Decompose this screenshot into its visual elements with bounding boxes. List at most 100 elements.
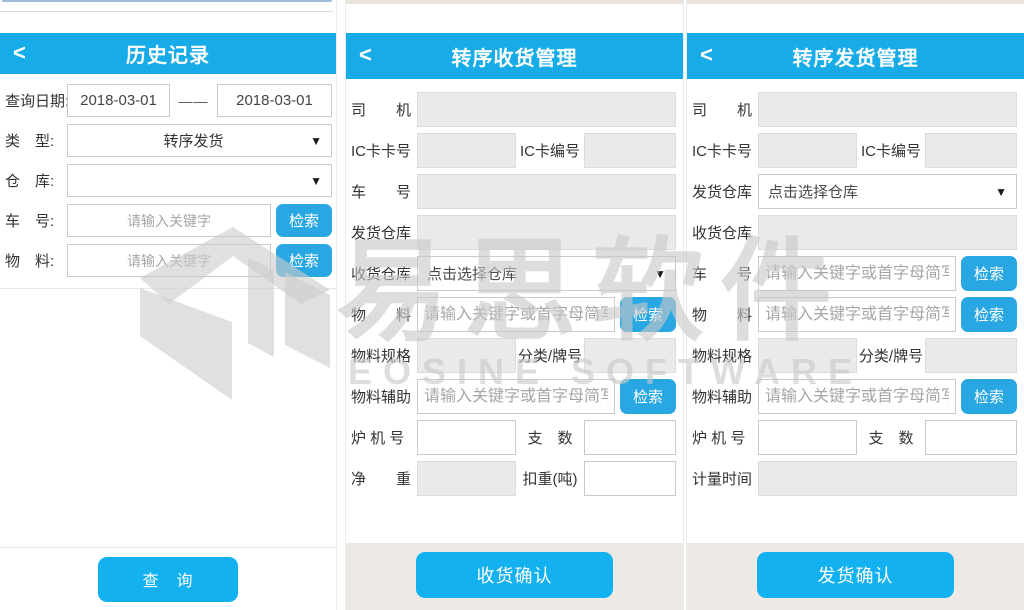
vehicle-search-button[interactable]: 检索	[961, 256, 1017, 291]
app-stage: < 历史记录 查询日期: 2018-03-01 —— 2018-03-01 类 …	[0, 0, 1024, 610]
spec-field	[758, 338, 857, 373]
row-furnace: 炉 机 号 支 数	[692, 420, 1017, 455]
material-search-button[interactable]: 检索	[961, 297, 1017, 332]
aux-input[interactable]	[417, 379, 615, 414]
material-search-button[interactable]: 检索	[276, 244, 332, 277]
recv-warehouse-field	[758, 215, 1017, 250]
aux-input[interactable]	[758, 379, 956, 414]
chevron-down-icon: ▼	[995, 185, 1007, 199]
vehicle-label: 车 号	[351, 181, 417, 202]
row-spec: 物料规格 分类/牌号	[692, 338, 1017, 373]
vehicle-label: 车 号:	[5, 210, 67, 231]
aux-label: 物料辅助	[351, 386, 417, 407]
ship-confirm-button[interactable]: 发货确认	[757, 552, 954, 598]
ship-warehouse-field	[417, 215, 676, 250]
spec-field	[417, 338, 516, 373]
grade-field	[925, 338, 1017, 373]
ship-warehouse-label: 发货仓库	[692, 181, 758, 202]
ic-card-label: IC卡卡号	[351, 140, 417, 161]
form-divider	[0, 288, 336, 289]
material-input[interactable]	[417, 297, 615, 332]
net-weight-label: 净 重	[351, 468, 417, 489]
receiving-footer: 收货确认	[346, 543, 683, 610]
back-icon[interactable]: <	[700, 44, 713, 66]
row-vehicle: 车 号 检索	[692, 256, 1017, 291]
row-query-date: 查询日期: 2018-03-01 —— 2018-03-01	[5, 84, 332, 117]
query-button[interactable]: 查 询	[98, 557, 238, 602]
ship-warehouse-value: 点击选择仓库	[768, 181, 858, 202]
back-icon[interactable]: <	[13, 42, 26, 64]
recv-warehouse-select[interactable]: 点击选择仓库 ▼	[417, 256, 676, 291]
row-aux: 物料辅助 检索	[692, 379, 1017, 414]
recv-warehouse-label: 收货仓库	[692, 222, 758, 243]
grade-label: 分类/牌号	[857, 345, 925, 366]
warehouse-label: 仓 库:	[5, 170, 67, 191]
type-select[interactable]: 转序发货 ▼	[67, 124, 332, 157]
row-ic-card: IC卡卡号 IC卡编号	[692, 133, 1017, 168]
date-from-field[interactable]: 2018-03-01	[67, 84, 170, 117]
receiving-title: 转序收货管理	[452, 42, 578, 71]
furnace-input[interactable]	[417, 420, 516, 455]
date-to-field[interactable]: 2018-03-01	[217, 84, 332, 117]
vehicle-field	[417, 174, 676, 209]
material-input[interactable]	[67, 244, 271, 277]
type-label: 类 型:	[5, 130, 67, 151]
history-title: 历史记录	[126, 39, 210, 68]
chevron-down-icon: ▼	[310, 134, 322, 148]
row-net-weight: 净 重 扣重(吨)	[351, 461, 676, 496]
ic-no-label: IC卡编号	[516, 140, 584, 161]
count-label: 支 数	[857, 427, 925, 448]
row-aux: 物料辅助 检索	[351, 379, 676, 414]
row-material: 物 料 检索	[692, 297, 1017, 332]
furnace-input[interactable]	[758, 420, 857, 455]
driver-label: 司 机	[351, 99, 417, 120]
back-icon[interactable]: <	[359, 44, 372, 66]
aux-search-button[interactable]: 检索	[620, 379, 676, 414]
vehicle-label: 车 号	[692, 263, 758, 284]
count-input[interactable]	[925, 420, 1017, 455]
material-label: 物 料	[351, 304, 417, 325]
warehouse-select[interactable]: ▼	[67, 164, 332, 197]
top-edge-line	[2, 0, 332, 2]
receiving-form: 司 机 IC卡卡号 IC卡编号 车 号 发货仓库 收货仓库 点击选择仓库	[346, 79, 683, 496]
panel-shipping: < 转序发货管理 司 机 IC卡卡号 IC卡编号 发货仓库 点击选择仓库 ▼	[686, 0, 1024, 610]
history-titlebar: < 历史记录	[0, 33, 336, 74]
deduct-input[interactable]	[584, 461, 676, 496]
ship-warehouse-label: 发货仓库	[351, 222, 417, 243]
row-vehicle: 车 号	[351, 174, 676, 209]
shipping-footer: 发货确认	[687, 543, 1024, 610]
vehicle-input[interactable]	[67, 204, 271, 237]
spec-label: 物料规格	[692, 345, 758, 366]
material-input[interactable]	[758, 297, 956, 332]
row-ship-warehouse: 发货仓库 点击选择仓库 ▼	[692, 174, 1017, 209]
row-driver: 司 机	[351, 92, 676, 127]
material-label: 物 料	[692, 304, 758, 325]
row-material: 物 料: 检索	[5, 244, 332, 277]
row-vehicle: 车 号: 检索	[5, 204, 332, 237]
row-driver: 司 机	[692, 92, 1017, 127]
ship-warehouse-select[interactable]: 点击选择仓库 ▼	[758, 174, 1017, 209]
material-search-button[interactable]: 检索	[620, 297, 676, 332]
vehicle-search-button[interactable]: 检索	[276, 204, 332, 237]
spec-label: 物料规格	[351, 345, 417, 366]
ic-no-label: IC卡编号	[857, 140, 925, 161]
vehicle-input[interactable]	[758, 256, 956, 291]
receive-confirm-button[interactable]: 收货确认	[416, 552, 613, 598]
row-recv-warehouse: 收货仓库 点击选择仓库 ▼	[351, 256, 676, 291]
row-measure-time: 计量时间	[692, 461, 1017, 496]
row-type: 类 型: 转序发货 ▼	[5, 124, 332, 157]
aux-search-button[interactable]: 检索	[961, 379, 1017, 414]
shipping-titlebar: < 转序发货管理	[687, 33, 1024, 79]
query-date-label: 查询日期:	[5, 90, 67, 111]
ic-no-field	[584, 133, 676, 168]
deduct-label: 扣重(吨)	[516, 468, 584, 489]
row-furnace: 炉 机 号 支 数	[351, 420, 676, 455]
measure-time-label: 计量时间	[692, 468, 758, 489]
type-selected-value: 转序发货	[77, 130, 310, 151]
count-input[interactable]	[584, 420, 676, 455]
ic-card-field	[758, 133, 857, 168]
driver-field	[758, 92, 1017, 127]
chevron-down-icon: ▼	[654, 267, 666, 281]
top-box-edge	[0, 11, 333, 12]
recv-warehouse-label: 收货仓库	[351, 263, 417, 284]
